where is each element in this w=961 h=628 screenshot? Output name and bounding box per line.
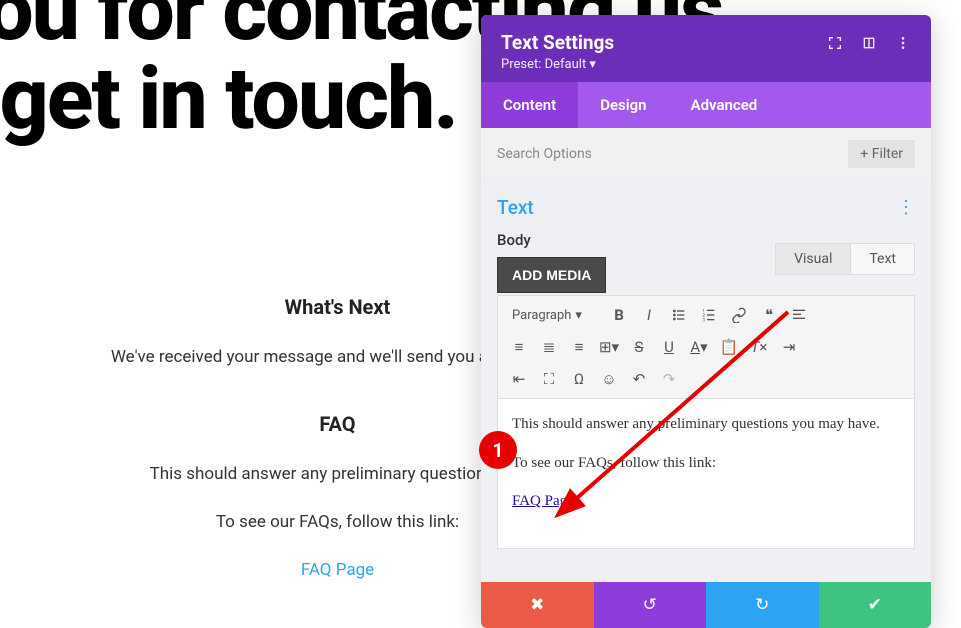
filter-button[interactable]: + Filter <box>848 140 915 168</box>
text-color-icon[interactable]: A▾ <box>684 334 714 360</box>
search-bar: Search Options + Filter <box>481 128 931 180</box>
emoji-icon[interactable]: ☺ <box>594 366 624 392</box>
section-more-icon[interactable]: ⋮ <box>897 197 915 218</box>
editor-tab-text[interactable]: Text <box>850 243 915 275</box>
editor-content[interactable]: This should answer any preliminary quest… <box>497 399 915 549</box>
modal-footer: ✖ ↺ ↻ ✔ <box>481 582 931 628</box>
undo-button[interactable]: ↺ <box>594 582 707 628</box>
add-media-button[interactable]: ADD MEDIA <box>497 257 606 293</box>
modal-body: Text ⋮ Body ADD MEDIA Visual Text Paragr… <box>481 180 931 582</box>
modal-title: Text Settings <box>501 31 614 54</box>
more-icon[interactable] <box>895 35 911 55</box>
strikethrough-icon[interactable]: S <box>624 334 654 360</box>
italic-icon[interactable]: I <box>634 302 664 328</box>
editor-line2: To see our FAQs, follow this link: <box>512 452 900 475</box>
align-icon[interactable] <box>784 302 814 328</box>
editor-faq-link[interactable]: FAQ Page <box>512 493 574 509</box>
modal-header: Text Settings Preset: Default ▾ <box>481 15 931 82</box>
editor-toolbar: Paragraph▾ B I 123 ❝ ≡ ≣ <box>497 295 915 399</box>
underline-icon[interactable]: U <box>654 334 684 360</box>
blockquote-icon[interactable]: ❝ <box>754 302 784 328</box>
expand-icon[interactable] <box>827 35 843 55</box>
special-char-icon[interactable]: Ω <box>564 366 594 392</box>
clear-format-icon[interactable]: T× <box>744 334 774 360</box>
fullscreen-icon[interactable]: ⛶ <box>534 366 564 392</box>
svg-text:3: 3 <box>702 318 705 323</box>
hero-heading-line2: e'll get in touch. <box>0 55 457 143</box>
snap-icon[interactable] <box>861 35 877 55</box>
tab-advanced[interactable]: Advanced <box>669 82 780 128</box>
bullet-list-icon[interactable] <box>664 302 694 328</box>
align-center-icon[interactable]: ≣ <box>534 334 564 360</box>
tab-content[interactable]: Content <box>481 82 578 128</box>
align-left-icon[interactable]: ≡ <box>504 334 534 360</box>
text-settings-modal: Text Settings Preset: Default ▾ Content … <box>481 15 931 628</box>
bold-icon[interactable]: B <box>604 302 634 328</box>
paste-icon[interactable]: 📋 <box>714 334 744 360</box>
indent-icon[interactable]: ⇥ <box>774 334 804 360</box>
numbered-list-icon[interactable]: 123 <box>694 302 724 328</box>
table-icon[interactable]: ⊞▾ <box>594 334 624 360</box>
redo-icon[interactable]: ↷ <box>654 366 684 392</box>
link-icon[interactable] <box>724 302 754 328</box>
redo-button[interactable]: ↻ <box>706 582 819 628</box>
format-dropdown[interactable]: Paragraph▾ <box>504 305 604 326</box>
cancel-button[interactable]: ✖ <box>481 582 594 628</box>
editor-tab-visual[interactable]: Visual <box>775 243 851 275</box>
annotation-marker: 1 <box>479 431 517 469</box>
modal-preset[interactable]: Preset: Default ▾ <box>501 57 614 72</box>
save-button[interactable]: ✔ <box>819 582 932 628</box>
modal-tabs: Content Design Advanced <box>481 82 931 128</box>
undo-icon[interactable]: ↶ <box>624 366 654 392</box>
search-input[interactable]: Search Options <box>497 146 592 162</box>
align-right-icon[interactable]: ≡ <box>564 334 594 360</box>
outdent-icon[interactable]: ⇤ <box>504 366 534 392</box>
tab-design[interactable]: Design <box>578 82 668 128</box>
editor-line1: This should answer any preliminary quest… <box>512 413 900 436</box>
text-section-title[interactable]: Text <box>497 196 534 219</box>
